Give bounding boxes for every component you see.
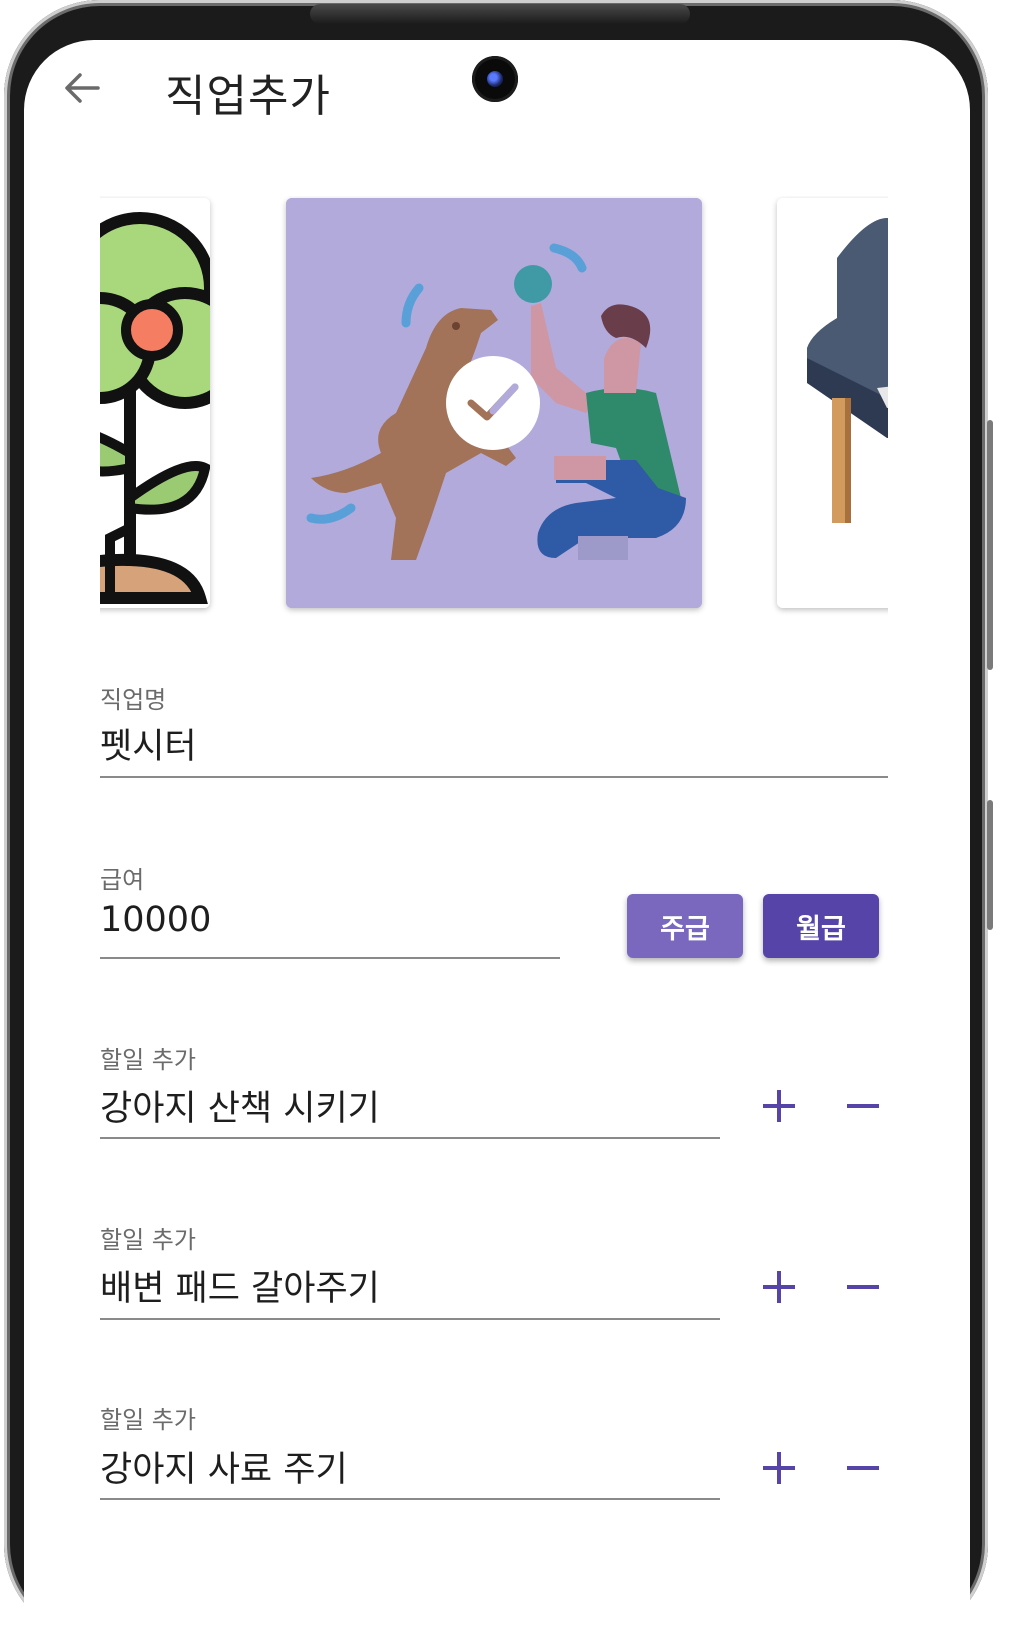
todo-underline bbox=[100, 1318, 720, 1320]
add-todo-button[interactable] bbox=[752, 1260, 806, 1314]
todo-underline bbox=[100, 1137, 720, 1139]
plus-icon bbox=[763, 1452, 795, 1484]
todo-input[interactable]: 배변 패드 갈아주기 bbox=[100, 1260, 380, 1311]
minus-icon bbox=[847, 1104, 879, 1108]
job-name-input[interactable]: 펫시터 bbox=[100, 718, 197, 769]
todo-label: 할일 추가 bbox=[100, 1046, 196, 1074]
job-name-underline bbox=[100, 776, 888, 778]
plus-icon bbox=[763, 1090, 795, 1122]
selected-check-badge bbox=[446, 356, 540, 450]
todo-label: 할일 추가 bbox=[100, 1406, 196, 1434]
salary-label: 급여 bbox=[100, 866, 145, 894]
job-card-gardener[interactable] bbox=[100, 198, 210, 608]
todo-underline bbox=[100, 1498, 720, 1500]
page-title: 직업추가 bbox=[165, 71, 331, 122]
front-camera bbox=[472, 56, 518, 102]
arrow-left-icon bbox=[65, 73, 100, 103]
job-name-label: 직업명 bbox=[100, 686, 167, 714]
plus-icon bbox=[763, 1271, 795, 1303]
job-card-piano[interactable] bbox=[777, 198, 888, 608]
remove-todo-button[interactable] bbox=[836, 1260, 890, 1314]
job-card-pet-sitter[interactable] bbox=[286, 198, 702, 608]
monthly-pay-button[interactable]: 월급 bbox=[763, 894, 879, 958]
weekly-pay-button[interactable]: 주급 bbox=[627, 894, 743, 958]
salary-input[interactable]: 10000 bbox=[100, 900, 211, 940]
back-button[interactable] bbox=[58, 64, 106, 112]
add-todo-button[interactable] bbox=[752, 1079, 806, 1133]
plant-icon bbox=[100, 198, 210, 608]
minus-icon bbox=[847, 1285, 879, 1289]
add-todo-button[interactable] bbox=[752, 1441, 806, 1495]
job-image-carousel[interactable] bbox=[100, 196, 888, 616]
salary-underline bbox=[100, 957, 560, 959]
remove-todo-button[interactable] bbox=[836, 1441, 890, 1495]
checkmark-icon bbox=[467, 383, 519, 421]
todo-input[interactable]: 강아지 산책 시키기 bbox=[100, 1080, 380, 1131]
todo-label: 할일 추가 bbox=[100, 1226, 196, 1254]
phone-speaker bbox=[310, 4, 690, 24]
minus-icon bbox=[847, 1466, 879, 1470]
remove-todo-button[interactable] bbox=[836, 1079, 890, 1133]
phone-side-button bbox=[987, 420, 993, 670]
piano-icon bbox=[777, 198, 888, 608]
todo-input[interactable]: 강아지 사료 주기 bbox=[100, 1441, 348, 1492]
phone-side-button bbox=[987, 800, 993, 930]
